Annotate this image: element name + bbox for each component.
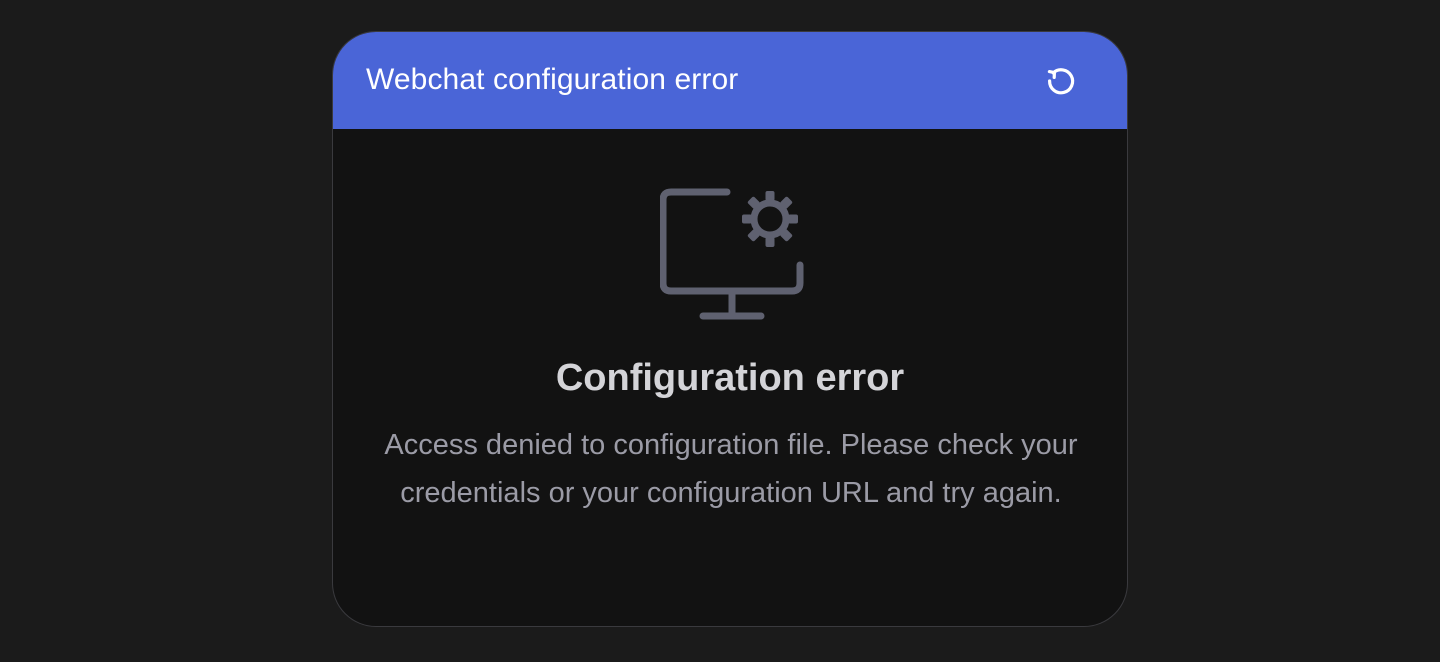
refresh-icon (1047, 68, 1075, 95)
monitor-settings-icon (660, 188, 804, 320)
error-message: Access denied to configuration file. Ple… (384, 429, 1078, 509)
webchat-body: Configuration error Access denied to con… (333, 129, 1127, 626)
header-title: Webchat configuration error (366, 63, 739, 96)
error-title: Configuration error (555, 357, 905, 399)
webchat-header: Webchat configuration error (333, 32, 1127, 129)
refresh-button[interactable] (1043, 63, 1079, 99)
webchat-panel: Webchat configuration error Configuratio… (332, 31, 1128, 627)
